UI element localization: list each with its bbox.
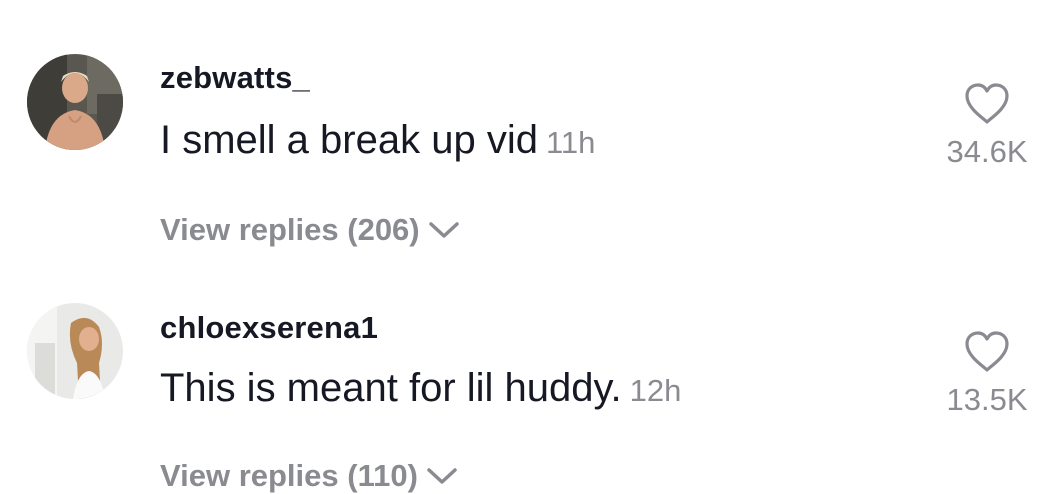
comment-text-line: This is meant for lil huddy. 12h (160, 366, 681, 411)
avatar[interactable] (27, 303, 123, 399)
view-replies-label: View replies (110) (160, 458, 418, 493)
comment-username[interactable]: chloexserena1 (160, 310, 378, 346)
avatar-image (27, 54, 123, 150)
comment-text-line: I smell a break up vid 11h (160, 118, 595, 163)
view-replies-label: View replies (206) (160, 212, 420, 247)
comment-text: I smell a break up vid (160, 118, 538, 162)
heart-icon (965, 83, 1009, 124)
comment-timestamp: 11h (545, 125, 596, 160)
like-button[interactable]: 34.6K (927, 82, 1047, 170)
avatar-image (27, 303, 123, 399)
comment-username[interactable]: zebwatts_ (160, 60, 310, 96)
chevron-down-icon (427, 468, 457, 484)
like-button[interactable]: 13.5K (927, 330, 1047, 418)
comment-timestamp: 12h (629, 373, 682, 408)
avatar[interactable] (27, 54, 123, 150)
chevron-down-icon (428, 222, 459, 238)
comment-text: This is meant for lil huddy. (160, 366, 622, 410)
view-replies-button[interactable]: View replies (206) (160, 212, 460, 248)
like-count: 13.5K (946, 382, 1028, 417)
heart-icon (965, 331, 1009, 372)
like-count: 34.6K (946, 134, 1028, 169)
view-replies-button[interactable]: View replies (110) (160, 458, 458, 494)
